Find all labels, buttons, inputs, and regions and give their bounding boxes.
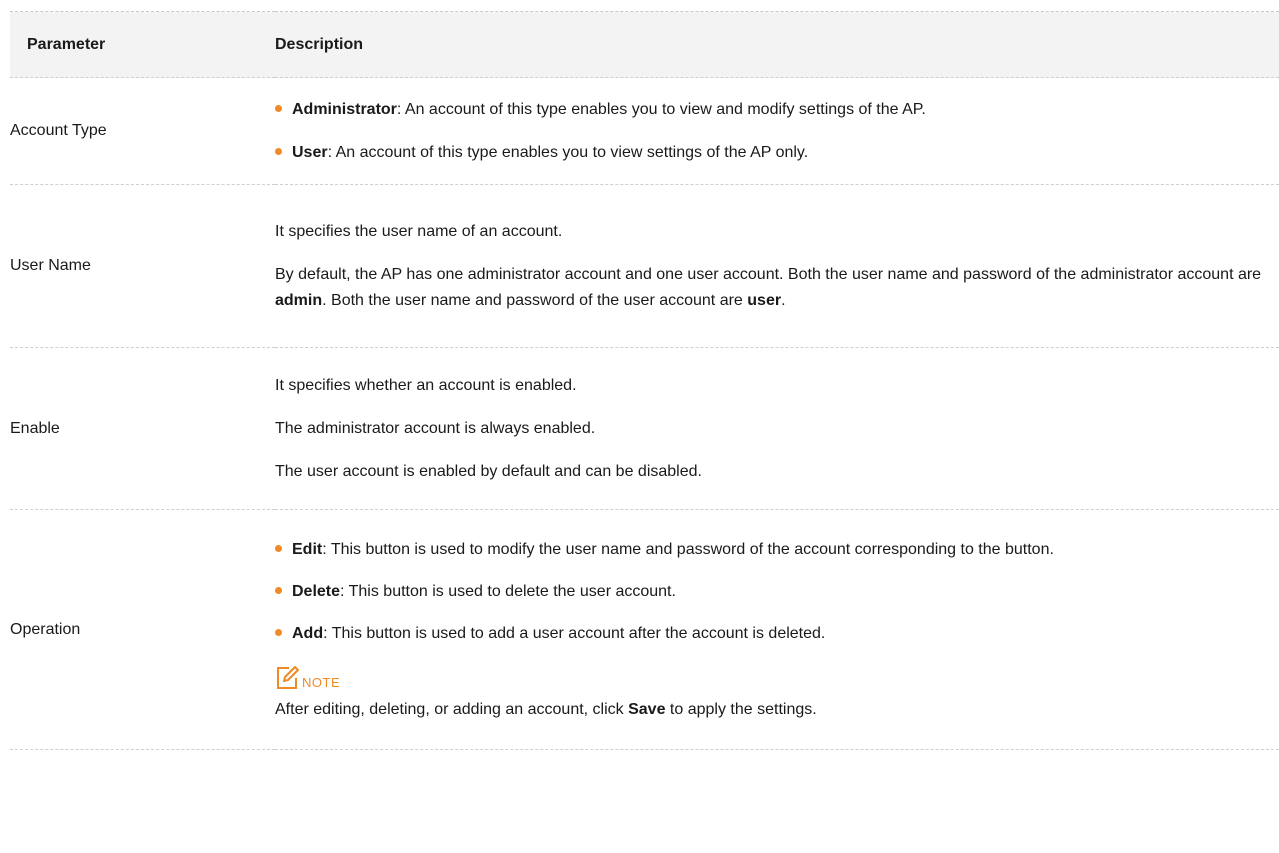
table-row-user-name: User Name It specifies the user name of … (10, 184, 1279, 348)
list-item: User: An account of this type enables yo… (275, 140, 1279, 166)
term-administrator: Administrator (292, 100, 397, 118)
table-row-account-type: Account Type Administrator: An account o… (10, 77, 1279, 185)
list-item: Administrator: An account of this type e… (275, 97, 1279, 123)
header-parameter: Parameter (27, 35, 106, 53)
list-item: Add: This button is used to add a user a… (275, 621, 1279, 647)
paragraph: By default, the AP has one administrator… (275, 265, 1262, 309)
paragraph: The administrator account is always enab… (275, 419, 596, 437)
note-text: After editing, deleting, or adding an ac… (275, 700, 817, 718)
parameter-table: Parameter Description Account Type Admin… (10, 11, 1279, 750)
header-description: Description (275, 35, 364, 53)
paragraph: It specifies whether an account is enabl… (275, 376, 577, 394)
param-operation: Operation (10, 620, 81, 638)
paragraph: It specifies the user name of an account… (275, 222, 563, 240)
paragraph: The user account is enabled by default a… (275, 462, 702, 480)
term-delete: Delete (292, 582, 341, 600)
desc-account-type: Administrator: An account of this type e… (275, 78, 1279, 185)
bullet-dot-icon (275, 147, 282, 155)
table-row-enable: Enable It specifies whether an account i… (10, 347, 1279, 510)
table-row-operation: Operation Edit: This button is used to m… (10, 509, 1279, 750)
bullet-dot-icon (275, 104, 282, 112)
bullet-dot-icon (275, 628, 282, 636)
desc-user-name: It specifies the user name of an account… (275, 185, 1279, 348)
note-heading: NOTE (275, 661, 1279, 691)
note-label: NOTE (302, 674, 341, 690)
list-item: Delete: This button is used to delete th… (275, 579, 1279, 605)
term-edit: Edit (292, 540, 323, 558)
term-add: Add (292, 624, 324, 642)
note-pencil-icon (277, 665, 299, 689)
desc-enable: It specifies whether an account is enabl… (275, 348, 1279, 510)
list-item: Edit: This button is used to modify the … (275, 537, 1279, 563)
param-user-name: User Name (10, 257, 91, 274)
bullet-dot-icon (275, 586, 282, 594)
desc-operation: Edit: This button is used to modify the … (275, 510, 1279, 750)
bullet-dot-icon (275, 544, 282, 552)
param-enable: Enable (10, 419, 60, 437)
param-account-type: Account Type (10, 122, 107, 139)
term-user: User (292, 143, 328, 161)
table-header-row: Parameter Description (10, 11, 1279, 78)
